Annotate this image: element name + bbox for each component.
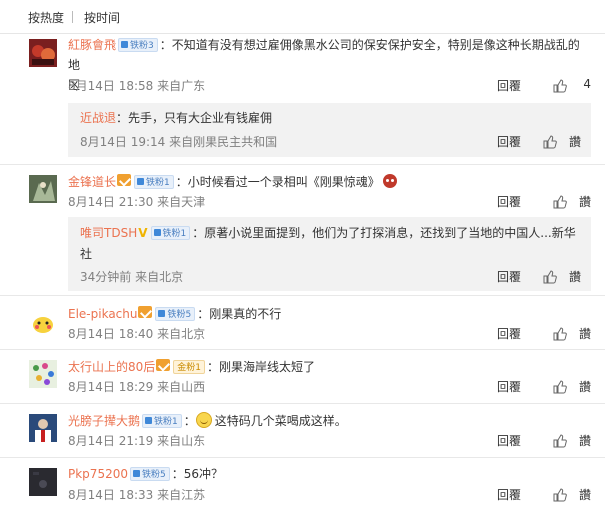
avatar[interactable] bbox=[29, 360, 57, 388]
thumbs-up-icon[interactable] bbox=[543, 270, 557, 284]
comment-actions: 回覆 讚 bbox=[471, 432, 591, 452]
comment-meta: 8月14日 21:19 来自山东 bbox=[68, 434, 206, 448]
reply-button[interactable]: 回覆 bbox=[497, 77, 521, 94]
comment-actions: 回覆 讚 bbox=[471, 486, 591, 506]
username[interactable]: Pkp75200 bbox=[68, 467, 128, 481]
comment-actions: 回覆 讚 bbox=[471, 378, 591, 398]
comment-item: 光膀子撵大鹅 铁粉1：这特码几个菜喝成这样。 8月14日 21:19 来自山东 回… bbox=[0, 403, 605, 456]
vip-icon bbox=[117, 174, 132, 186]
comment-text: ：56冲？ bbox=[171, 467, 223, 481]
avatar[interactable] bbox=[29, 468, 57, 496]
comment-actions: 回覆 讚 bbox=[471, 193, 591, 213]
like-button-label[interactable]: 讚 bbox=[579, 193, 591, 210]
reply-button[interactable]: 回覆 bbox=[497, 325, 521, 342]
reply-actions: 回覆 讚 bbox=[481, 133, 581, 153]
devil-emoji-icon bbox=[382, 174, 397, 188]
comment-item: Ele-pikachu 铁粉5 ：刚果真的不行 8月14日 18:40 来自北京 回… bbox=[0, 295, 605, 348]
fan-badge: 铁粉5 bbox=[129, 467, 170, 481]
sort-bar: 按热度 按时间 bbox=[0, 0, 605, 34]
fan-badge: 铁粉3 bbox=[118, 38, 158, 52]
like-button-label[interactable]: 讚 bbox=[569, 268, 581, 285]
reply-actions: 回覆 讚 bbox=[481, 268, 581, 288]
reply-button[interactable]: 回覆 bbox=[497, 133, 521, 150]
vip-icon bbox=[138, 306, 153, 318]
comment-text: 这特码几个菜喝成这样。 bbox=[214, 414, 347, 428]
thumbs-up-icon[interactable] bbox=[543, 135, 557, 149]
reply-username[interactable]: 近战退 bbox=[80, 111, 116, 125]
reply-button[interactable]: 回覆 bbox=[497, 432, 521, 449]
thumbs-up-icon[interactable] bbox=[553, 488, 567, 502]
comment-item: 紅豚會飛 铁粉3 ：不知道有没有想过雇佣像黑水公司的保安保护安全，特别是像这种长期战… bbox=[0, 35, 605, 163]
verified-v-icon: V bbox=[138, 226, 148, 240]
comment-meta: 8月14日 21:30 来自天津 bbox=[68, 195, 206, 209]
reply-box: 近战退：先手，只有大企业有钱雇佣 8月14日 19:14 来自刚果民主共和国 回… bbox=[68, 103, 591, 157]
thumbs-up-icon[interactable] bbox=[553, 380, 567, 394]
reply-button[interactable]: 回覆 bbox=[497, 268, 521, 285]
reply-button[interactable]: 回覆 bbox=[497, 378, 521, 395]
comment-text: ：刚果海岸线太短了 bbox=[207, 360, 316, 374]
comment-item: 太行山上的80后 金粉1 ：刚果海岸线太短了 8月14日 18:29 来自山西 回覆… bbox=[0, 349, 605, 402]
reply-button[interactable]: 回覆 bbox=[497, 486, 521, 503]
like-button-label[interactable]: 讚 bbox=[579, 325, 591, 342]
reply-text: ：先手，只有大企业有钱雇佣 bbox=[116, 111, 273, 125]
comment-text: ：刚果真的不行 bbox=[197, 307, 282, 321]
thumbs-up-icon[interactable] bbox=[553, 327, 567, 341]
avatar[interactable] bbox=[29, 414, 57, 442]
thumbs-up-icon[interactable] bbox=[553, 434, 567, 448]
gold-fan-badge: 金粉1 bbox=[173, 360, 206, 374]
thumbs-up-icon[interactable] bbox=[553, 195, 567, 209]
like-button-label[interactable]: 讚 bbox=[569, 133, 581, 150]
fan-badge: 铁粉1 bbox=[142, 414, 182, 428]
smile-emoji-icon bbox=[195, 412, 212, 428]
like-button-label[interactable]: 讚 bbox=[579, 378, 591, 395]
thumbs-up-icon[interactable] bbox=[553, 79, 567, 93]
reply-box: 唯司TDSHV 铁粉1 ：原著小说里面提到，他们为了打探消息，还找到了当地的中国人.… bbox=[68, 217, 591, 291]
reply-button[interactable]: 回覆 bbox=[497, 193, 521, 210]
like-count[interactable]: 4 bbox=[583, 77, 591, 91]
reply-text: ：原著小说里面提到，他们为了打探消息，还找到了当地的中国人...新华 bbox=[192, 226, 576, 240]
comment-meta: 8月14日 18:40 来自北京 bbox=[68, 327, 206, 341]
reply-meta: 8月14日 19:14 来自刚果民主共和国 bbox=[80, 135, 278, 149]
username[interactable]: 太行山上的80后 bbox=[68, 360, 155, 374]
fan-badge: 铁粉1 bbox=[134, 175, 174, 189]
comment-meta: 8月14日 18:58 来自广东 bbox=[68, 79, 206, 93]
sort-by-hot-tab[interactable]: 按热度 bbox=[28, 9, 64, 26]
sort-by-time-tab[interactable]: 按时间 bbox=[84, 9, 120, 26]
reply-text-continued: 社 bbox=[80, 247, 93, 261]
username[interactable]: 光膀子撵大鹅 bbox=[68, 414, 140, 428]
vip-icon bbox=[156, 359, 171, 371]
sort-divider bbox=[72, 11, 73, 23]
comment-item: 金锋道长 铁粉1 ：小时候看过一个录相叫《刚果惊魂》 8月14日 21:30 来自天… bbox=[0, 164, 605, 294]
like-button-label[interactable]: 讚 bbox=[579, 432, 591, 449]
comment-actions: 回覆 4 bbox=[471, 77, 591, 97]
avatar[interactable] bbox=[29, 175, 57, 203]
comment-text: ：小时候看过一个录相叫《刚果惊魂》 bbox=[175, 175, 380, 189]
reply-username[interactable]: 唯司TDSH bbox=[80, 226, 137, 240]
comment-meta: 8月14日 18:29 来自山西 bbox=[68, 380, 206, 394]
username[interactable]: 紅豚會飛 bbox=[68, 38, 116, 52]
comment-meta: 8月14日 18:33 来自江苏 bbox=[68, 488, 206, 502]
like-button-label[interactable]: 讚 bbox=[579, 486, 591, 503]
reply-meta: 34分钟前 来自北京 bbox=[80, 270, 184, 284]
username[interactable]: 金锋道长 bbox=[68, 175, 116, 189]
avatar[interactable] bbox=[29, 39, 57, 67]
avatar[interactable] bbox=[29, 308, 57, 336]
username[interactable]: Ele-pikachu bbox=[68, 307, 137, 321]
fan-badge: 铁粉1 bbox=[150, 226, 191, 240]
comment-actions: 回覆 讚 bbox=[471, 325, 591, 345]
fan-badge: 铁粉5 bbox=[155, 307, 196, 321]
comment-item: Pkp75200 铁粉5 ：56冲？ 8月14日 18:33 来自江苏 回覆 讚 bbox=[0, 457, 605, 512]
